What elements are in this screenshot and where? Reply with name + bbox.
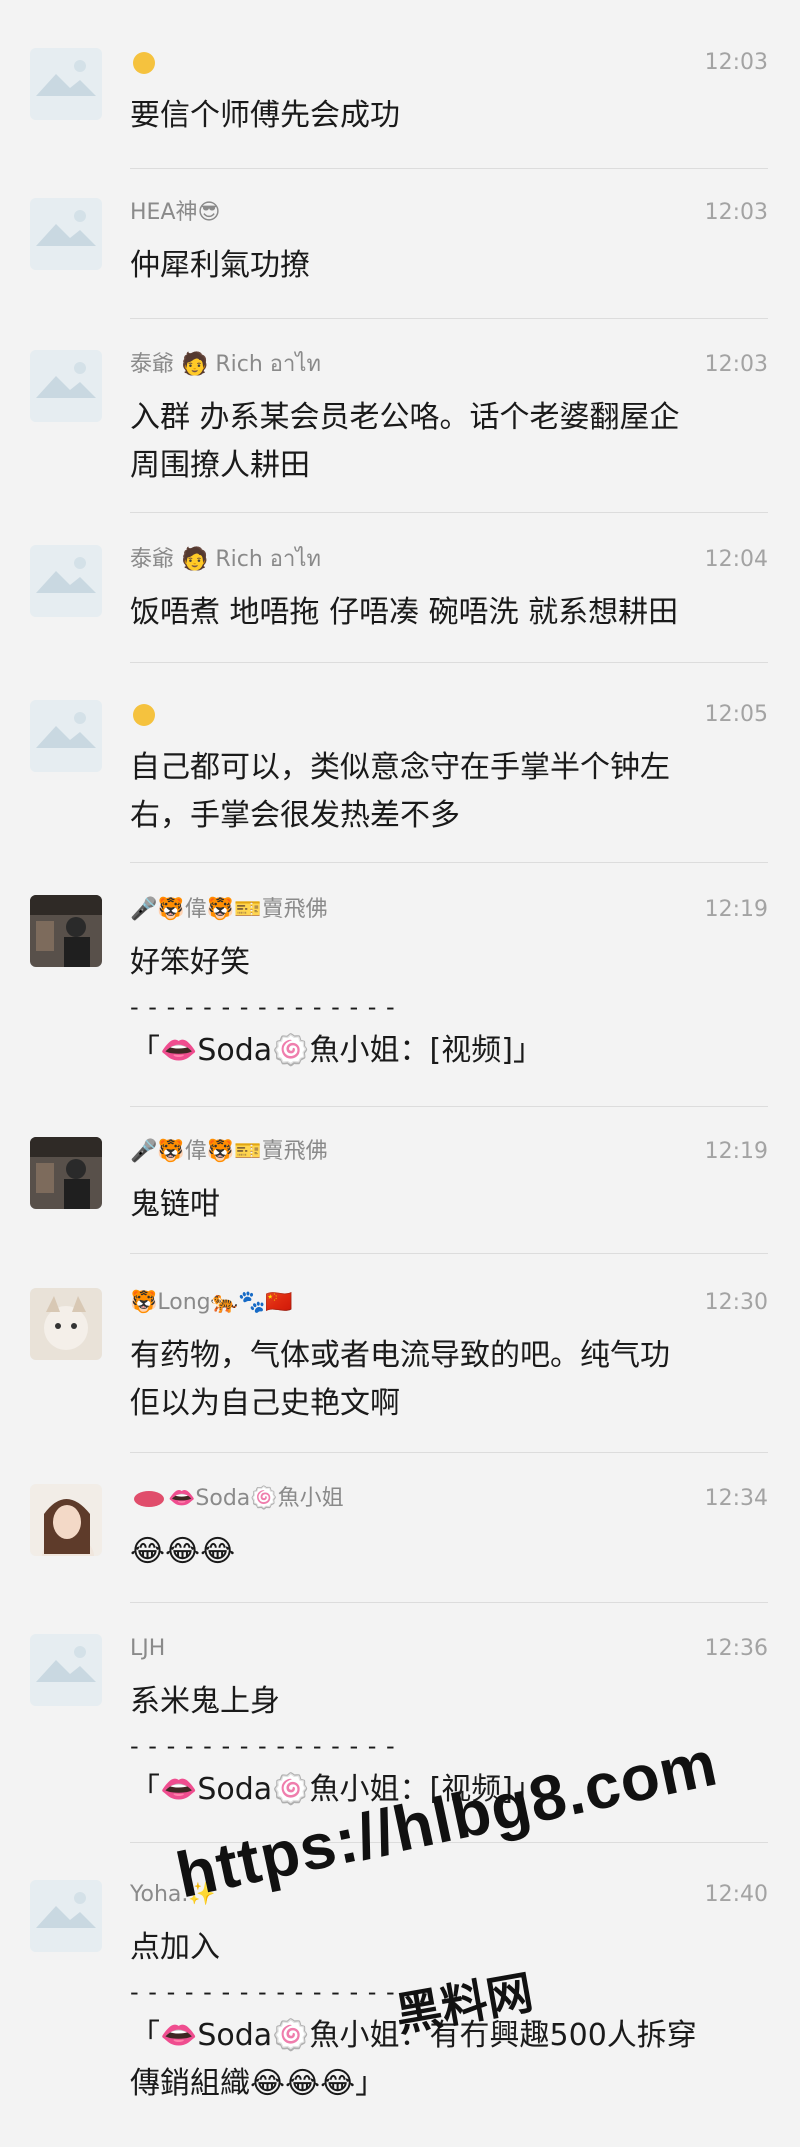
message-text: 要信个师傅先会成功	[130, 98, 400, 133]
avatar-placeholder-icon	[30, 198, 102, 270]
message-time: 12:05	[704, 702, 768, 727]
divider	[130, 1253, 768, 1254]
divider	[130, 862, 768, 863]
avatar[interactable]	[30, 350, 102, 422]
avatar[interactable]	[30, 48, 102, 120]
sender-name: 泰爺 🧑 Rich อาไท	[130, 547, 321, 572]
message-time: 12:36	[704, 1636, 768, 1661]
avatar-placeholder-icon	[30, 700, 102, 772]
message-time: 12:04	[704, 547, 768, 572]
chat-history-view: 12:03 要信个师傅先会成功 HEA神😎 12:03 仲犀利氣功撩 泰爺 🧑 …	[0, 0, 800, 2147]
message-text: 好笨好笑	[130, 945, 250, 980]
message-text: 自己都可以，类似意念守在手掌半个钟左	[130, 750, 670, 785]
avatar-placeholder-icon	[30, 1880, 102, 1952]
divider	[130, 168, 768, 169]
avatar[interactable]	[30, 700, 102, 772]
sender-name: 泰爺 🧑 Rich อาไท	[130, 352, 321, 377]
sender-name: HEA神😎	[130, 200, 221, 225]
message-time: 12:03	[704, 50, 768, 75]
message-body: 😂😂😂	[130, 1528, 760, 1576]
avatar-placeholder-icon	[30, 1634, 102, 1706]
avatar[interactable]	[30, 1137, 102, 1209]
message-text: 鬼链咁	[130, 1187, 220, 1222]
divider	[130, 1602, 768, 1603]
message-time: 12:19	[704, 1139, 768, 1164]
avatar[interactable]	[30, 1634, 102, 1706]
message-time: 12:40	[704, 1882, 768, 1907]
message-text: 入群 办系某会员老公咯。话个老婆翻屋企	[130, 400, 680, 435]
message-text: 系米鬼上身	[130, 1684, 280, 1719]
divider	[130, 512, 768, 513]
message-body: 有药物，气体或者电流导致的吧。纯气功 佢以为自己史艳文啊	[130, 1332, 760, 1428]
message-text: 😂😂😂	[130, 1534, 236, 1569]
avatar[interactable]	[30, 895, 102, 967]
sender-name: 🎤🐯偉🐯🎫賣飛佛	[130, 897, 328, 922]
message-text: 点加入	[130, 1930, 220, 1965]
message-time: 12:03	[704, 352, 768, 377]
message-time: 12:34	[704, 1486, 768, 1511]
emoji-icon	[133, 704, 155, 726]
quoted-message[interactable]: 「👄Soda🍥魚小姐：[视频]」	[130, 1027, 760, 1075]
quoted-message-line[interactable]: 傳銷組織😂😂😂」	[130, 2060, 760, 2108]
divider	[130, 1106, 768, 1107]
avatar-photo-icon	[30, 895, 102, 967]
avatar-placeholder-icon	[30, 545, 102, 617]
avatar-placeholder-icon	[30, 48, 102, 120]
message-text: 有药物，气体或者电流导致的吧。纯气功	[130, 1338, 670, 1373]
message-text: 佢以为自己史艳文啊	[130, 1386, 400, 1421]
message-time: 12:03	[704, 200, 768, 225]
message-body: 鬼链咁	[130, 1181, 760, 1229]
avatar[interactable]	[30, 545, 102, 617]
avatar[interactable]	[30, 1484, 102, 1556]
message-body: 好笨好笑 - - - - - - - - - - - - - - - 「👄Sod…	[130, 939, 760, 1075]
message-text: 周围撩人耕田	[130, 448, 310, 483]
avatar-photo-icon	[30, 1137, 102, 1209]
message-body: 要信个师傅先会成功	[130, 92, 760, 140]
quote-separator: - - - - - - - - - - - - - - -	[130, 993, 396, 1021]
message-body: 入群 办系某会员老公咯。话个老婆翻屋企 周围撩人耕田	[130, 394, 760, 490]
divider	[130, 662, 768, 663]
avatar[interactable]	[30, 198, 102, 270]
sender-name	[130, 48, 158, 78]
avatar-photo-icon	[30, 1484, 102, 1556]
message-text: 饭唔煮 地唔拖 仔唔凑 碗唔洗 就系想耕田	[130, 595, 679, 630]
emoji-icon	[133, 52, 155, 74]
lips-icon	[134, 1491, 164, 1507]
sender-name: 🐯Long🐅🐾🇨🇳	[130, 1290, 293, 1315]
avatar[interactable]	[30, 1880, 102, 1952]
message-time: 12:19	[704, 897, 768, 922]
avatar[interactable]	[30, 1288, 102, 1360]
sender-name: 👄Soda🍥魚小姐	[130, 1484, 344, 1514]
sender-name: 🎤🐯偉🐯🎫賣飛佛	[130, 1139, 328, 1164]
sender-name	[130, 700, 158, 730]
message-body: 饭唔煮 地唔拖 仔唔凑 碗唔洗 就系想耕田	[130, 589, 760, 637]
divider	[130, 318, 768, 319]
avatar-cat-icon	[30, 1288, 102, 1360]
divider	[130, 1452, 768, 1453]
message-text: 右，手掌会很发热差不多	[130, 798, 460, 833]
avatar-placeholder-icon	[30, 350, 102, 422]
message-text: 仲犀利氣功撩	[130, 248, 310, 283]
message-body: 自己都可以，类似意念守在手掌半个钟左 右，手掌会很发热差不多	[130, 744, 760, 840]
message-body: 仲犀利氣功撩	[130, 242, 760, 290]
sender-name: LJH	[130, 1636, 166, 1661]
message-time: 12:30	[704, 1290, 768, 1315]
